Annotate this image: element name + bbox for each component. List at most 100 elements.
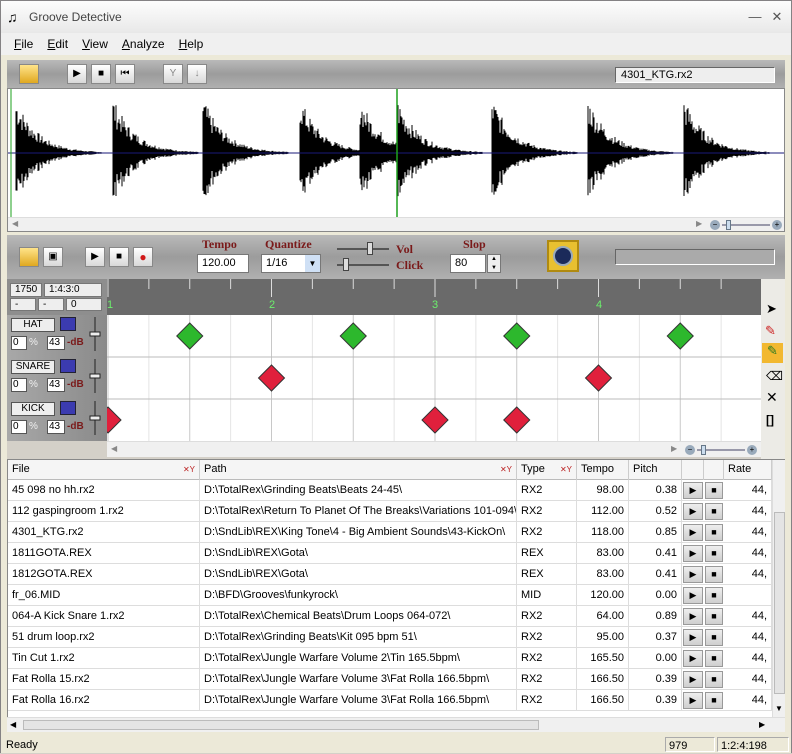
arrow-down-icon[interactable]: ↓	[187, 64, 207, 84]
grid-zoom-slider[interactable]: − +	[685, 445, 757, 455]
col-type[interactable]: Type ✕Y	[517, 460, 577, 480]
table-row[interactable]: 064-A Kick Snare 1.rx2 D:\TotalRex\Chemic…	[8, 606, 772, 627]
analyze-icon[interactable]	[547, 240, 579, 272]
instrument-fader[interactable]	[89, 359, 101, 393]
grid-zoom-thumb[interactable]	[701, 445, 706, 455]
row-stop-button[interactable]: ■	[705, 671, 723, 688]
col-stop[interactable]	[704, 460, 724, 480]
save-icon[interactable]: ▣	[43, 247, 63, 267]
rewind-button[interactable]: ⏮	[115, 64, 135, 84]
instrument-name[interactable]: HAT	[11, 318, 55, 332]
table-row[interactable]: Tin Cut 1.rx2 D:\TotalRex\Jungle Warfare …	[8, 648, 772, 669]
table-row[interactable]: Fat Rolla 16.rx2 D:\TotalRex\Jungle Warfa…	[8, 690, 772, 711]
bracket-tool-icon[interactable]: []	[766, 413, 774, 427]
row-stop-button[interactable]: ■	[705, 608, 723, 625]
menu-edit[interactable]: Edit	[46, 37, 69, 51]
draw-tool-icon[interactable]: ✎	[762, 343, 783, 363]
row-stop-button[interactable]: ■	[705, 650, 723, 667]
row-stop-button[interactable]: ■	[705, 566, 723, 583]
instrument-fader[interactable]	[89, 317, 101, 351]
grid-scrollbar[interactable]: ◀ ▶ − +	[107, 441, 761, 457]
pointer-tool-icon[interactable]: ➤	[766, 301, 777, 317]
delete-tool-icon[interactable]: ✕	[766, 389, 778, 406]
dropdown-arrow-icon[interactable]: ▼	[305, 255, 320, 272]
db-field[interactable]: 43	[47, 420, 65, 434]
volume-field[interactable]: 0	[11, 420, 27, 434]
row-stop-button[interactable]: ■	[705, 503, 723, 520]
table-hscrollbar[interactable]: ◀ ▶	[7, 717, 785, 732]
snare-hit-marker[interactable]	[584, 364, 613, 392]
hscroll-thumb[interactable]	[23, 720, 539, 730]
row-play-button[interactable]: ▶	[683, 503, 703, 520]
kick-hit-marker[interactable]	[94, 406, 122, 434]
table-row[interactable]: 45 098 no hh.rx2 D:\TotalRex\Grinding Bea…	[8, 480, 772, 501]
row-play-button[interactable]: ▶	[683, 629, 703, 646]
col-play[interactable]	[682, 460, 704, 480]
scroll-down-icon[interactable]: ▼	[775, 704, 783, 713]
row-stop-button[interactable]: ■	[705, 482, 723, 499]
filter-icon[interactable]: Y	[163, 64, 183, 84]
type-filter-icon[interactable]: ✕Y	[560, 460, 572, 479]
menu-help[interactable]: Help	[178, 37, 205, 51]
table-row[interactable]: 1811GOTA.REX D:\SndLib\REX\Gota\ REX 83.00 0…	[8, 543, 772, 564]
path-filter-icon[interactable]: ✕Y	[500, 460, 512, 479]
click-slider-thumb[interactable]	[343, 258, 349, 271]
zoom-out-icon[interactable]: −	[710, 220, 720, 230]
row-stop-button[interactable]: ■	[705, 587, 723, 604]
groove-play-button[interactable]: ▶	[85, 247, 105, 267]
instrument-name[interactable]: SNARE	[11, 360, 55, 374]
row-play-button[interactable]: ▶	[683, 587, 703, 604]
vscroll-thumb[interactable]	[774, 512, 785, 694]
menu-view[interactable]: View	[81, 37, 109, 51]
groove-stop-button[interactable]: ■	[109, 247, 129, 267]
eraser-tool-icon[interactable]: ⌫	[766, 369, 783, 383]
row-play-button[interactable]: ▶	[683, 692, 703, 709]
hit-lanes[interactable]	[94, 315, 763, 441]
db-field[interactable]: 43	[47, 378, 65, 392]
volume-field[interactable]: 0	[11, 378, 27, 392]
grid-zoom-in-icon[interactable]: +	[747, 445, 757, 455]
open-groove-icon[interactable]	[19, 247, 39, 267]
instrument-settings-icon[interactable]	[60, 317, 76, 331]
row-stop-button[interactable]: ■	[705, 545, 723, 562]
db-field[interactable]: 43	[47, 336, 65, 350]
kick-hit-marker[interactable]	[503, 406, 531, 434]
table-row[interactable]: fr_06.MID D:\BFD\Grooves\funkyrock\ MID 120…	[8, 585, 772, 606]
timeline-ruler[interactable]: 1 2 3 4	[107, 279, 763, 315]
row-play-button[interactable]: ▶	[683, 650, 703, 667]
pencil-tool-icon[interactable]: ✎	[765, 323, 776, 339]
col-file[interactable]: File ✕Y	[8, 460, 200, 480]
hat-hit-marker[interactable]	[176, 322, 204, 350]
zoom-thumb[interactable]	[726, 220, 731, 230]
scroll-left-icon[interactable]: ◀	[12, 219, 18, 228]
row-play-button[interactable]: ▶	[683, 524, 703, 541]
instrument-fader[interactable]	[89, 401, 101, 435]
file-filter-icon[interactable]: ✕Y	[183, 460, 195, 479]
slop-input[interactable]: 80	[450, 254, 486, 273]
hit-grid[interactable]	[94, 315, 763, 441]
instrument-settings-icon[interactable]	[60, 401, 76, 415]
zoom-slider[interactable]: − +	[710, 220, 782, 230]
waveform-display[interactable]: ◀ ▶ − +	[7, 88, 785, 232]
hat-hit-marker[interactable]	[666, 322, 694, 350]
table-row[interactable]: 1812GOTA.REX D:\SndLib\REX\Gota\ REX 83.00 0…	[8, 564, 772, 585]
grid-zoom-out-icon[interactable]: −	[685, 445, 695, 455]
row-play-button[interactable]: ▶	[683, 482, 703, 499]
table-scroll-right-icon[interactable]: ▶	[759, 720, 765, 729]
vol-slider-track[interactable]	[337, 248, 389, 250]
col-tempo[interactable]: Tempo	[577, 460, 629, 480]
row-stop-button[interactable]: ■	[705, 629, 723, 646]
row-stop-button[interactable]: ■	[705, 692, 723, 709]
col-pitch[interactable]: Pitch	[629, 460, 682, 480]
grid-scroll-left-icon[interactable]: ◀	[111, 444, 117, 453]
table-row[interactable]: Fat Rolla 15.rx2 D:\TotalRex\Jungle Warfa…	[8, 669, 772, 690]
grid-scroll-right-icon[interactable]: ▶	[671, 444, 677, 453]
hat-hit-marker[interactable]	[503, 322, 531, 350]
row-play-button[interactable]: ▶	[683, 566, 703, 583]
waveform-scrollbar[interactable]: ◀ ▶ − +	[8, 217, 784, 231]
row-play-button[interactable]: ▶	[683, 545, 703, 562]
volume-field[interactable]: 0	[11, 336, 27, 350]
open-folder-icon[interactable]	[19, 64, 39, 84]
slop-spinner[interactable]: ▲ ▼	[487, 254, 501, 273]
instrument-name[interactable]: KICK	[11, 402, 55, 416]
